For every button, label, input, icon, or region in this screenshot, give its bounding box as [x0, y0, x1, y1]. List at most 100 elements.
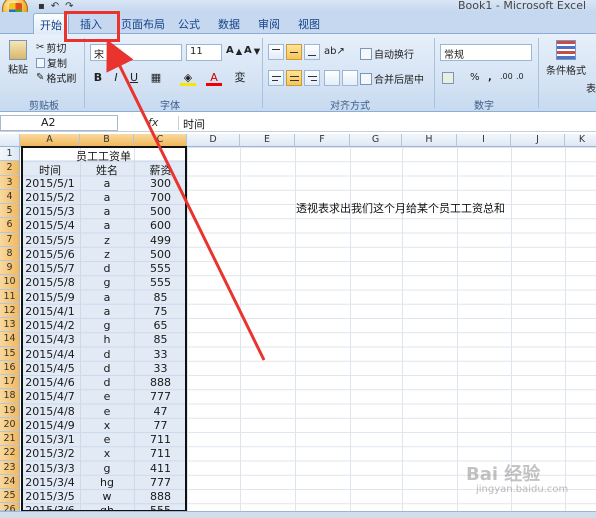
data-cell[interactable]: g: [80, 319, 134, 332]
data-cell[interactable]: a: [80, 305, 134, 318]
bold-button[interactable]: B: [90, 70, 106, 86]
row-header-3[interactable]: 3: [0, 175, 20, 190]
data-cell[interactable]: 2015/4/7: [20, 390, 80, 403]
paste-button[interactable]: 粘贴: [8, 40, 28, 76]
row-header-11[interactable]: 11: [0, 289, 20, 304]
data-cell[interactable]: 2015/4/8: [20, 405, 80, 418]
row-header-14[interactable]: 14: [0, 332, 20, 347]
phonetic-icon[interactable]: 変: [232, 70, 248, 86]
data-cell[interactable]: 500: [134, 205, 187, 218]
tab-review[interactable]: 审阅: [258, 16, 280, 32]
data-cell[interactable]: 85: [134, 291, 187, 304]
row-header-8[interactable]: 8: [0, 246, 20, 261]
data-cell[interactable]: 75: [134, 305, 187, 318]
data-cell[interactable]: 2015/5/2: [20, 191, 80, 204]
table-format-button[interactable]: 表: [586, 80, 596, 95]
data-cell[interactable]: 411: [134, 462, 187, 475]
data-cell[interactable]: 2015/3/4: [20, 476, 80, 489]
data-cell[interactable]: z: [80, 234, 134, 247]
row-header-13[interactable]: 13: [0, 318, 20, 333]
align-right-button[interactable]: [304, 70, 320, 86]
underline-button[interactable]: U: [126, 70, 142, 86]
data-cell[interactable]: 33: [134, 362, 187, 375]
data-cell[interactable]: 500: [134, 248, 187, 261]
decrease-indent-button[interactable]: [324, 70, 340, 86]
align-top-button[interactable]: [268, 44, 284, 60]
row-header-21[interactable]: 21: [0, 432, 20, 447]
data-cell[interactable]: 2015/4/3: [20, 333, 80, 346]
row-header-20[interactable]: 20: [0, 417, 20, 432]
data-cell[interactable]: x: [80, 419, 134, 432]
font-name-select[interactable]: 宋: [90, 44, 182, 61]
data-cell[interactable]: 555: [134, 276, 187, 289]
tab-page-layout[interactable]: 页面布局: [121, 16, 165, 32]
data-cell[interactable]: 85: [134, 333, 187, 346]
fill-color-icon[interactable]: ◈: [180, 70, 196, 86]
select-all-corner[interactable]: [0, 134, 20, 147]
data-cell[interactable]: z: [80, 248, 134, 261]
data-cell[interactable]: e: [80, 405, 134, 418]
row-header-2[interactable]: 2: [0, 161, 20, 176]
data-cell[interactable]: d: [80, 362, 134, 375]
copy-button[interactable]: 复制: [36, 55, 67, 70]
data-cell[interactable]: e: [80, 433, 134, 446]
data-cell[interactable]: 2015/5/9: [20, 291, 80, 304]
data-cell[interactable]: 2015/4/9: [20, 419, 80, 432]
cut-button[interactable]: ✂ 剪切: [36, 40, 66, 55]
data-cell[interactable]: w: [80, 490, 134, 503]
data-cell[interactable]: 2015/4/6: [20, 376, 80, 389]
grow-font-button[interactable]: A ▲: [226, 45, 242, 56]
data-cell[interactable]: d: [80, 348, 134, 361]
data-cell[interactable]: 65: [134, 319, 187, 332]
data-cell[interactable]: 777: [134, 476, 187, 489]
increase-decimal-button[interactable]: .00: [500, 72, 513, 81]
column-header-d[interactable]: D: [187, 134, 240, 147]
comma-button[interactable]: ,: [488, 72, 492, 83]
column-header-h[interactable]: H: [402, 134, 457, 147]
data-cell[interactable]: x: [80, 447, 134, 460]
row-header-7[interactable]: 7: [0, 232, 20, 247]
save-icon[interactable]: ▪: [38, 1, 45, 12]
tab-data[interactable]: 数据: [218, 16, 240, 32]
format-painter-button[interactable]: ✎ 格式刷: [36, 70, 76, 85]
name-box[interactable]: A2: [0, 115, 118, 131]
wrap-text-button[interactable]: 自动换行: [360, 46, 414, 61]
italic-button[interactable]: I: [108, 70, 124, 86]
column-header-i[interactable]: I: [457, 134, 511, 147]
data-cell[interactable]: 2015/5/8: [20, 276, 80, 289]
data-cell[interactable]: 888: [134, 490, 187, 503]
currency-button[interactable]: [442, 72, 454, 84]
orientation-button[interactable]: ab↗: [324, 46, 345, 57]
borders-icon[interactable]: ▦: [148, 70, 164, 86]
column-header-k[interactable]: K: [565, 134, 596, 147]
font-color-icon[interactable]: A: [206, 70, 222, 86]
conditional-format-button[interactable]: 条件格式: [546, 40, 586, 77]
column-header-e[interactable]: E: [240, 134, 295, 147]
data-cell[interactable]: 2015/5/6: [20, 248, 80, 261]
tab-view[interactable]: 视图: [298, 16, 320, 32]
data-cell[interactable]: 2015/4/5: [20, 362, 80, 375]
data-cell[interactable]: 2015/3/3: [20, 462, 80, 475]
column-header-j[interactable]: J: [511, 134, 565, 147]
data-cell[interactable]: 2015/4/2: [20, 319, 80, 332]
data-cell[interactable]: g: [80, 462, 134, 475]
number-format-select[interactable]: 常规: [440, 44, 532, 61]
row-header-15[interactable]: 15: [0, 346, 20, 361]
sheet-tabs-bar[interactable]: [0, 511, 596, 518]
data-cell[interactable]: 2015/5/5: [20, 234, 80, 247]
row-header-6[interactable]: 6: [0, 218, 20, 233]
row-header-5[interactable]: 5: [0, 204, 20, 219]
data-cell[interactable]: 2015/3/1: [20, 433, 80, 446]
data-cell[interactable]: 888: [134, 376, 187, 389]
row-header-25[interactable]: 25: [0, 489, 20, 504]
data-cell[interactable]: 2015/3/2: [20, 447, 80, 460]
data-cell[interactable]: 700: [134, 191, 187, 204]
data-cell[interactable]: 2015/5/7: [20, 262, 80, 275]
shrink-font-button[interactable]: A ▼: [244, 45, 260, 56]
data-cell[interactable]: d: [80, 376, 134, 389]
column-header-g[interactable]: G: [350, 134, 402, 147]
data-cell[interactable]: 77: [134, 419, 187, 432]
data-cell[interactable]: 2015/4/1: [20, 305, 80, 318]
row-header-9[interactable]: 9: [0, 261, 20, 276]
row-header-19[interactable]: 19: [0, 403, 20, 418]
